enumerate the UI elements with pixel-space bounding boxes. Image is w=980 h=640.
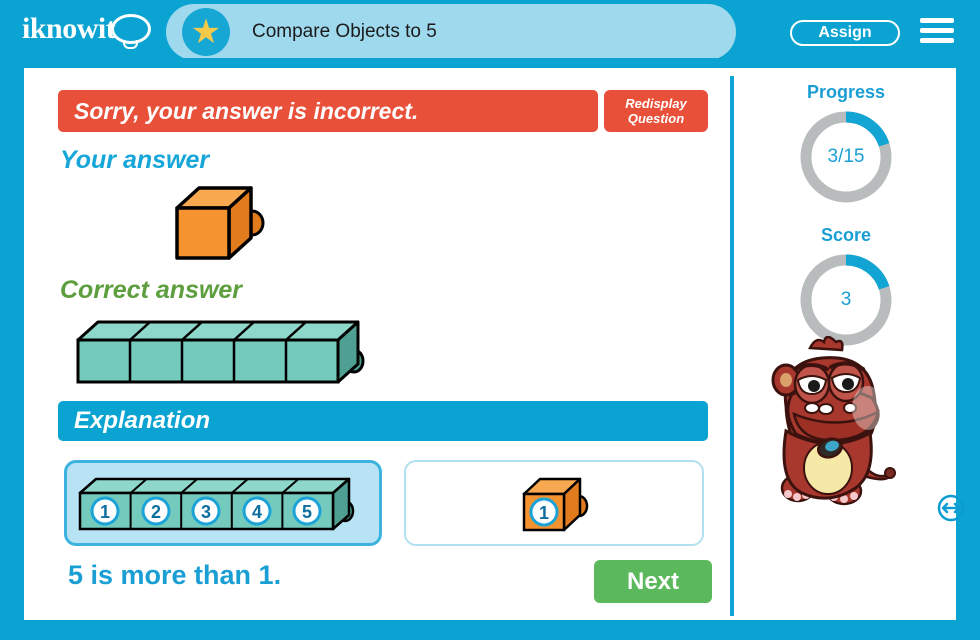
orange-cube-icon [175,186,265,260]
svg-text:1: 1 [539,503,549,523]
redisplay-line-2: Question [627,111,685,126]
svg-text:3: 3 [201,502,211,522]
lightbulb-base-icon [123,40,138,49]
app-root: iknowit ★ Compare Objects to 5 Assign So… [0,0,980,640]
correct-answer-cube-bar [72,316,382,397]
explanation-right-option[interactable]: 1 [404,460,704,546]
star-icon: ★ [190,13,222,51]
numbered-orange-cube: 1 [518,474,598,541]
progress-ring: 3/15 [796,107,896,207]
incorrect-banner: Sorry, your answer is incorrect. [58,90,598,132]
your-answer-label: Your answer [60,146,210,174]
resize-arrows-icon[interactable] [936,493,966,523]
incorrect-message: Sorry, your answer is incorrect. [74,97,419,124]
your-answer-cube [169,180,279,270]
app-header: iknowit ★ Compare Objects to 5 Assign [0,0,980,64]
progress-section: Progress 3/15 [736,82,956,207]
redisplay-question-button[interactable]: Redisplay Question [604,90,708,132]
hamburger-line [920,28,954,33]
progress-value: 3/15 [827,146,865,167]
redisplay-line-1: Redisplay [625,96,687,111]
progress-label: Progress [806,82,886,102]
vertical-divider [730,76,734,616]
score-label: Score [820,225,872,245]
svg-text:4: 4 [252,502,262,522]
numbered-teal-cube-train-icon: 1 2 3 4 5 [78,477,355,531]
iknowit-logo[interactable]: iknowit [22,8,162,54]
logo-wordmark: iknowit [22,12,116,45]
score-ring: 3 [796,250,896,350]
main-panel: Sorry, your answer is incorrect. Redispl… [24,68,730,620]
explanation-heading: Explanation [74,407,211,434]
explanation-heading-bar: Explanation [58,401,708,441]
status-sidebar: Progress 3/15 Score 3 [736,68,965,620]
assign-button[interactable]: Assign [790,20,900,46]
hamburger-line [920,38,954,43]
svg-text:1: 1 [100,502,110,522]
score-value: 3 [840,289,852,310]
next-button[interactable]: Next [594,560,712,603]
svg-text:5: 5 [302,502,312,522]
correct-answer-label: Correct answer [60,276,243,304]
score-section: Score 3 [736,225,956,350]
monster-mascot-icon [764,335,914,516]
numbered-orange-cube-icon: 1 [522,477,589,532]
hamburger-menu-icon[interactable] [920,18,954,46]
hamburger-line [920,18,954,23]
page-title: Compare Objects to 5 [252,21,437,42]
svg-text:2: 2 [151,502,161,522]
explanation-left-option[interactable]: 1 2 3 4 5 [64,460,382,546]
lesson-title-bar: ★ Compare Objects to 5 [166,4,736,60]
explanation-conclusion: 5 is more than 1. [68,560,282,590]
content-frame: Sorry, your answer is incorrect. Redispl… [14,58,966,630]
content-canvas: Sorry, your answer is incorrect. Redispl… [24,68,965,620]
teal-cube-train-icon [76,320,365,384]
numbered-teal-train: 1 2 3 4 5 [75,475,371,542]
star-badge: ★ [182,8,230,56]
